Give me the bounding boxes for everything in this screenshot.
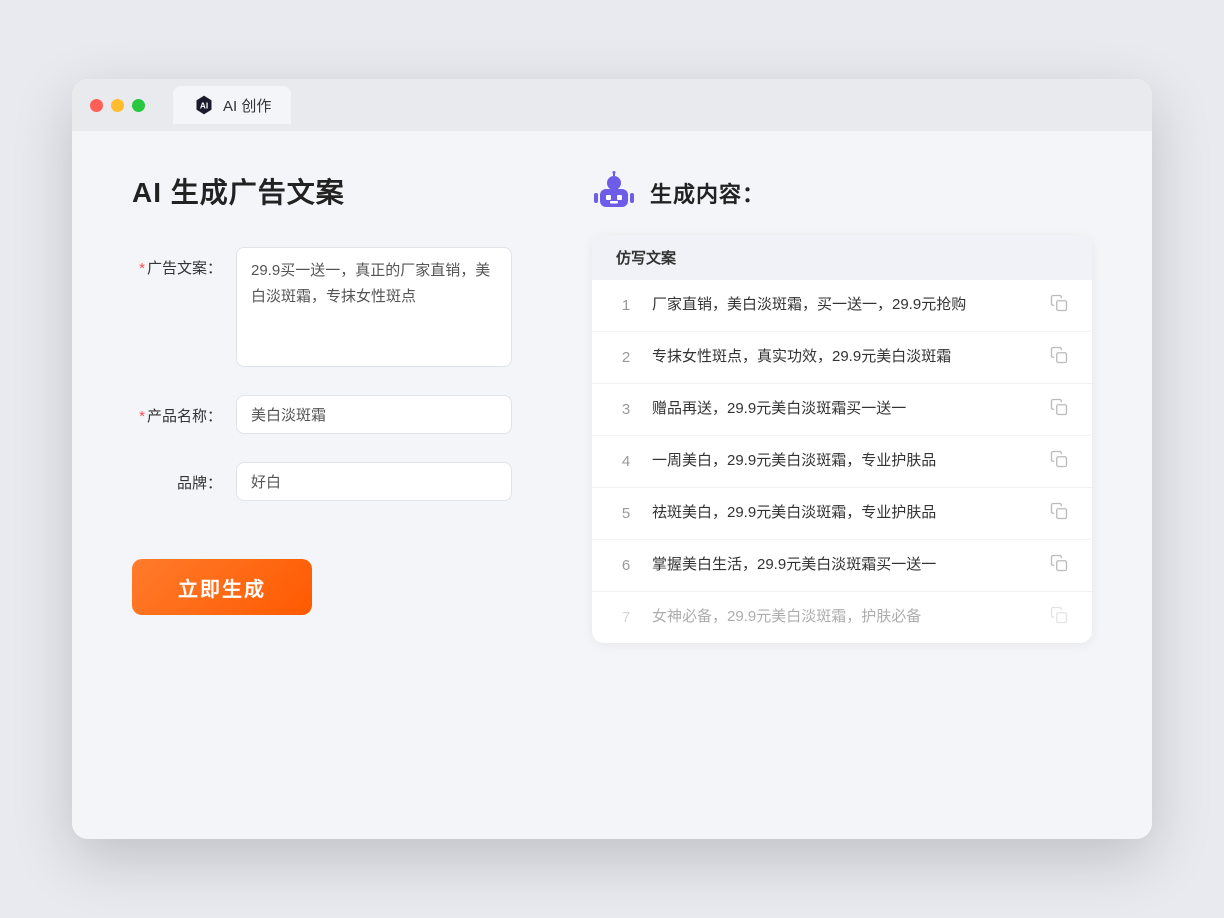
copy-button[interactable] [1050, 502, 1068, 525]
brand-label: 品牌： [132, 462, 222, 493]
tab-label: AI 创作 [223, 95, 271, 116]
brand-group: 品牌： [132, 462, 512, 501]
copy-button[interactable] [1050, 398, 1068, 421]
row-text: 赠品再送，29.9元美白淡斑霜买一送一 [652, 398, 1034, 421]
row-number: 2 [616, 349, 636, 366]
row-text: 女神必备，29.9元美白淡斑霜，护肤必备 [652, 606, 1034, 629]
product-name-group: *产品名称： [132, 395, 512, 434]
table-row: 1 厂家直销，美白淡斑霜，买一送一，29.9元抢购 [592, 280, 1092, 332]
ad-copy-label: *广告文案： [132, 247, 222, 278]
result-header: 生成内容： [592, 171, 1092, 215]
brand-input[interactable] [236, 462, 512, 501]
table-row: 7 女神必备，29.9元美白淡斑霜，护肤必备 [592, 592, 1092, 643]
product-name-input[interactable] [236, 395, 512, 434]
page-title: AI 生成广告文案 [132, 171, 512, 211]
maximize-button[interactable] [132, 99, 145, 112]
row-number: 1 [616, 297, 636, 314]
table-header: 仿写文案 [592, 235, 1092, 280]
row-text: 厂家直销，美白淡斑霜，买一送一，29.9元抢购 [652, 294, 1034, 317]
close-button[interactable] [90, 99, 103, 112]
robot-icon [592, 171, 636, 215]
required-star-2: * [139, 408, 145, 425]
copy-button[interactable] [1050, 554, 1068, 577]
row-number: 7 [616, 609, 636, 626]
row-number: 4 [616, 453, 636, 470]
active-tab[interactable]: AI AI 创作 [173, 86, 291, 124]
result-table: 仿写文案 1 厂家直销，美白淡斑霜，买一送一，29.9元抢购 2 专抹女性斑点，真实功… [592, 235, 1092, 643]
row-number: 5 [616, 505, 636, 522]
content-area: AI 生成广告文案 *广告文案： *产品名称： 品牌： 立即生成 [72, 131, 1152, 839]
row-number: 3 [616, 401, 636, 418]
title-bar: AI AI 创作 [72, 79, 1152, 131]
ai-tab-icon: AI [193, 94, 215, 116]
ad-copy-input[interactable] [236, 247, 512, 367]
row-number: 6 [616, 557, 636, 574]
row-text: 祛斑美白，29.9元美白淡斑霜，专业护肤品 [652, 502, 1034, 525]
copy-button[interactable] [1050, 450, 1068, 473]
svg-text:AI: AI [200, 102, 208, 111]
row-text: 专抹女性斑点，真实功效，29.9元美白淡斑霜 [652, 346, 1034, 369]
result-title: 生成内容： [650, 177, 765, 209]
browser-window: AI AI 创作 AI 生成广告文案 *广告文案： *产品名称： [72, 79, 1152, 839]
right-panel: 生成内容： 仿写文案 1 厂家直销，美白淡斑霜，买一送一，29.9元抢购 2 专抹女性… [592, 171, 1092, 799]
copy-button[interactable] [1050, 346, 1068, 369]
row-text: 掌握美白生活，29.9元美白淡斑霜买一送一 [652, 554, 1034, 577]
traffic-lights [90, 99, 145, 112]
table-row: 2 专抹女性斑点，真实功效，29.9元美白淡斑霜 [592, 332, 1092, 384]
table-row: 5 祛斑美白，29.9元美白淡斑霜，专业护肤品 [592, 488, 1092, 540]
ad-copy-group: *广告文案： [132, 247, 512, 367]
table-row: 3 赠品再送，29.9元美白淡斑霜买一送一 [592, 384, 1092, 436]
copy-button[interactable] [1050, 606, 1068, 629]
copy-button[interactable] [1050, 294, 1068, 317]
minimize-button[interactable] [111, 99, 124, 112]
result-rows-container: 1 厂家直销，美白淡斑霜，买一送一，29.9元抢购 2 专抹女性斑点，真实功效，29.… [592, 280, 1092, 643]
row-text: 一周美白，29.9元美白淡斑霜，专业护肤品 [652, 450, 1034, 473]
required-star: * [139, 260, 145, 277]
left-panel: AI 生成广告文案 *广告文案： *产品名称： 品牌： 立即生成 [132, 171, 512, 799]
product-name-label: *产品名称： [132, 395, 222, 426]
table-row: 6 掌握美白生活，29.9元美白淡斑霜买一送一 [592, 540, 1092, 592]
table-row: 4 一周美白，29.9元美白淡斑霜，专业护肤品 [592, 436, 1092, 488]
generate-button[interactable]: 立即生成 [132, 559, 312, 615]
